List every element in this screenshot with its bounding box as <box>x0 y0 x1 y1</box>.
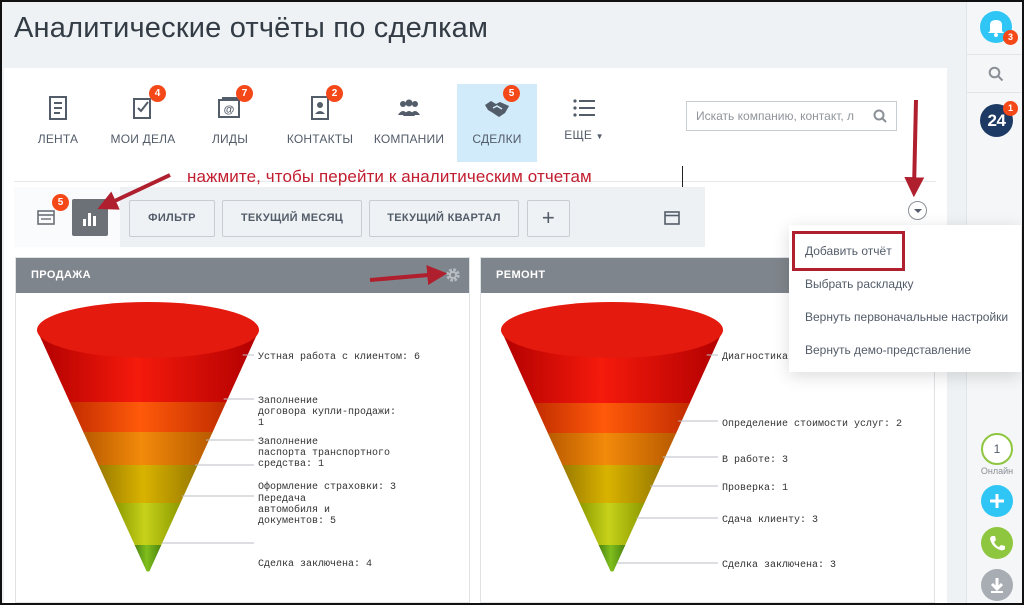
panel-title: ПРОДАЖА <box>31 269 91 281</box>
funnel-stage-label: Заполнение договора купли-продажи: 1 <box>258 396 396 429</box>
feed-icon <box>49 96 67 120</box>
online-label: Онлайн <box>980 466 1014 476</box>
funnel-segment <box>98 465 198 507</box>
tab-feed[interactable]: ЛЕНТА <box>18 84 98 162</box>
chevron-down-icon: ▼ <box>595 132 604 141</box>
funnel-stage-label: Сделка заключена: 3 <box>722 560 836 571</box>
menu-item-reset-settings[interactable]: Вернуть первоначальные настройки <box>805 310 1008 324</box>
funnel-top <box>501 302 723 358</box>
tab-my-tasks[interactable]: 4 МОИ ДЕЛА <box>103 84 183 162</box>
funnel-stage-label: Сделка заключена: 4 <box>258 559 372 570</box>
online-users-counter[interactable]: 1 <box>981 433 1013 465</box>
add-button[interactable] <box>981 485 1013 517</box>
tab-label: СДЕЛКИ <box>472 132 522 146</box>
tab-leads[interactable]: @ 7 ЛИДЫ <box>190 84 270 162</box>
download-icon <box>990 578 1004 593</box>
gear-icon[interactable] <box>445 267 461 283</box>
window-icon[interactable] <box>664 211 680 225</box>
annotation-highlight-box <box>792 231 905 271</box>
add-filter-button[interactable]: + <box>527 200 570 237</box>
funnel-stage-label: Устная работа с клиентом: 6 <box>258 350 420 363</box>
panel-header: ПРОДАЖА <box>16 258 469 293</box>
phone-icon <box>990 536 1005 551</box>
tab-label: ЛИДЫ <box>211 132 249 146</box>
sales-funnel-chart: Устная работа с клиентом: 6 Заполнение дог… <box>37 302 420 572</box>
search-icon[interactable] <box>873 109 887 123</box>
funnel-segment <box>115 503 181 547</box>
funnel-stage-label: В работе: 3 <box>722 453 788 466</box>
funnel-stage-label: Передача автомобиля и документов: 5 <box>258 494 336 527</box>
tab-label: КОНТАКТЫ <box>286 132 354 146</box>
call-button[interactable] <box>981 527 1013 559</box>
tab-deals[interactable]: 5 СДЕЛКИ <box>457 84 537 162</box>
tab-companies[interactable]: КОМПАНИИ <box>369 84 449 162</box>
download-button[interactable] <box>981 569 1013 601</box>
tab-badge: 2 <box>326 85 343 102</box>
annotation-hint: нажмите, чтобы перейти к аналитическим о… <box>187 167 592 186</box>
chevron-down-icon <box>914 209 922 213</box>
menu-item-choose-layout[interactable]: Выбрать раскладку <box>805 277 913 291</box>
tab-more[interactable]: ЕЩЕ ▼ <box>544 84 624 162</box>
notifications-badge: 3 <box>1003 30 1018 45</box>
tab-contacts[interactable]: 2 КОНТАКТЫ <box>280 84 360 162</box>
bar-chart-icon <box>83 213 96 226</box>
companies-icon <box>398 99 420 116</box>
search-icon[interactable] <box>988 66 1004 82</box>
funnel-stage-label: Проверка: 1 <box>722 483 788 494</box>
current-month-button[interactable]: ТЕКУЩИЙ МЕСЯЦ <box>222 200 362 237</box>
tab-label: ЛЕНТА <box>37 132 79 146</box>
report-settings-dropdown[interactable] <box>908 201 927 220</box>
current-quarter-button[interactable]: ТЕКУЩИЙ КВАРТАЛ <box>369 200 519 237</box>
filter-button[interactable]: ФИЛЬТР <box>129 200 215 237</box>
tab-label: КОМПАНИИ <box>373 132 445 146</box>
funnel-stage-label: Заполнение паспорта транспортного средства… <box>258 437 390 470</box>
list-view-badge: 5 <box>52 194 69 211</box>
text-cursor <box>682 166 683 188</box>
tab-badge: 5 <box>503 85 520 102</box>
funnel-stage-label: Сдача клиенту: 3 <box>722 515 818 526</box>
plus-icon <box>990 494 1004 508</box>
funnel-stage-label: Диагностика <box>722 352 788 363</box>
search-field[interactable] <box>686 101 897 131</box>
chart-view-button[interactable] <box>72 199 108 236</box>
tab-label: МОИ ДЕЛА <box>110 132 176 146</box>
search-input[interactable] <box>687 102 867 130</box>
funnel-panel-sales: ПРОДАЖА Устная работа с клиентом: 6 Запол… <box>15 257 470 603</box>
divider <box>966 92 1022 93</box>
bitrix24-badge: 1 <box>1003 101 1018 116</box>
panel-title: РЕМОНТ <box>496 269 546 281</box>
funnel-top <box>37 302 259 358</box>
page-title: Аналитические отчёты по сделкам <box>14 12 489 44</box>
tab-label: ЕЩЕ ▼ <box>564 128 604 142</box>
funnel-segment <box>134 545 162 572</box>
more-icon <box>573 99 595 117</box>
svg-text:@: @ <box>224 104 235 116</box>
tab-badge: 4 <box>149 85 166 102</box>
tab-badge: 7 <box>236 85 253 102</box>
funnel-segment <box>562 465 662 507</box>
menu-item-demo-view[interactable]: Вернуть демо-представление <box>805 343 971 357</box>
divider <box>966 54 1022 55</box>
funnel-segment <box>579 503 645 547</box>
funnel-stage-label: Оформление страховки: 3 <box>258 480 396 493</box>
funnel-segment <box>598 545 626 572</box>
funnel-stage-label: Определение стоимости услуг: 2 <box>722 419 902 430</box>
